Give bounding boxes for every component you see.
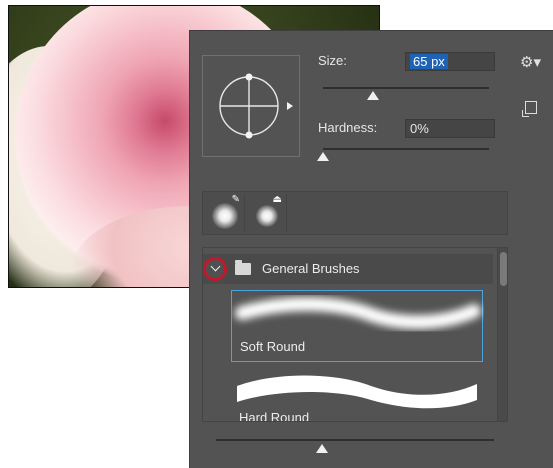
hard-round-stroke [237, 375, 477, 409]
hardness-slider-thumb[interactable] [317, 152, 329, 161]
folder-icon [235, 260, 251, 275]
size-value: 65 px [410, 54, 448, 69]
new-preset-icon[interactable] [522, 101, 537, 117]
brush-preset-panel: Size: 65 px ⚙▾ Hardness: 0% ✎ ⏏ General … [189, 30, 553, 468]
hardness-slider-track[interactable] [323, 148, 489, 150]
recent-brush-small[interactable]: ⏏ [247, 194, 287, 232]
size-slider-track[interactable] [323, 87, 489, 89]
brush-name: Soft Round [240, 339, 306, 354]
hardness-label: Hardness: [318, 120, 378, 135]
brush-item-soft-round[interactable]: Soft Round [231, 290, 483, 362]
recent-brushes: ✎ ⏏ [202, 191, 508, 235]
brush-angle-preview[interactable] [202, 55, 300, 157]
soft-round-stroke [235, 297, 481, 330]
chevron-down-icon[interactable] [203, 257, 227, 281]
preview-size-slider-thumb[interactable] [315, 444, 328, 453]
scroll-thumb[interactable] [500, 252, 507, 286]
hardness-field[interactable]: 0% [405, 119, 495, 138]
size-label: Size: [318, 53, 347, 68]
brush-group-row[interactable]: General Brushes [203, 254, 493, 284]
brush-group-label: General Brushes [262, 261, 360, 276]
soft-brush-thumbnail [212, 203, 238, 229]
gear-icon[interactable]: ⚙▾ [520, 53, 541, 71]
brush-tool-icon: ✎ [231, 194, 240, 205]
brush-item-hard-round[interactable]: Hard Round [231, 366, 483, 422]
size-slider-thumb[interactable] [366, 91, 379, 100]
brush-preset-list: General Brushes Soft Round Hard Round [202, 247, 508, 422]
brush-name: Hard Round [239, 410, 310, 422]
recent-brush-soft[interactable]: ✎ [205, 194, 245, 232]
size-field[interactable]: 65 px [405, 52, 495, 71]
hardness-value: 0% [410, 121, 429, 136]
small-brush-thumbnail [256, 205, 278, 227]
stamp-tool-icon: ⏏ [272, 194, 282, 205]
preview-size-slider-track[interactable] [216, 439, 494, 441]
list-scrollbar[interactable] [497, 248, 507, 421]
